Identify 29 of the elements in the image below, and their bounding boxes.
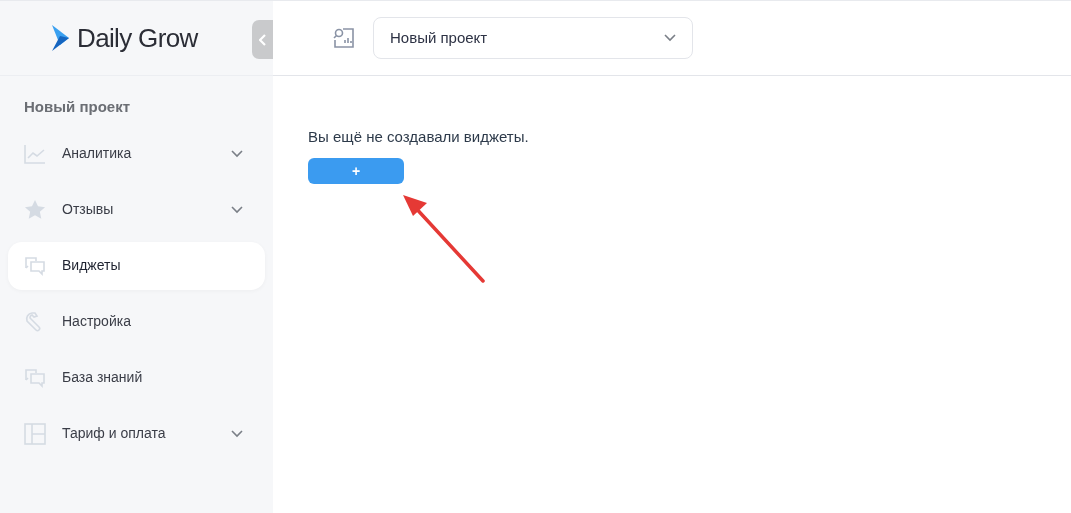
nav-item[interactable]: Отзывы (8, 185, 265, 234)
report-search-icon (333, 27, 355, 49)
empty-message: Вы ещё не создавали виджеты. (308, 127, 529, 147)
nav-label: Настройка (62, 312, 132, 331)
nav-item[interactable]: Аналитика (8, 129, 265, 178)
project-select[interactable]: Новый проект (373, 17, 693, 59)
chat-bubbles-icon (24, 255, 46, 276)
nav-label: Аналитика (62, 144, 133, 163)
chevron-icon (664, 34, 676, 42)
nav-item[interactable]: Виджеты (8, 241, 265, 290)
logo-text: Daily Grow (77, 25, 198, 51)
chat-bubbles-icon (24, 367, 46, 388)
chevron-icon (231, 149, 243, 158)
chevron-left-icon (259, 33, 266, 46)
collapse-button[interactable] (252, 20, 273, 59)
layout-icon (24, 422, 46, 445)
nav-label: Тариф и оплата (62, 424, 167, 443)
chevron-icon (231, 429, 243, 438)
nav-label: База знаний (62, 368, 144, 387)
nav-item[interactable]: Тариф и оплата (8, 409, 265, 458)
star-icon (24, 199, 46, 220)
nav-item[interactable]: Настройка (8, 297, 265, 346)
logo-icon (52, 25, 69, 51)
project-title: Новый проект (24, 97, 131, 117)
nav-label: Виджеты (62, 256, 122, 275)
chevron-icon (231, 205, 243, 214)
nav-item[interactable]: База знаний (8, 353, 265, 402)
nav-label: Отзывы (62, 200, 115, 219)
chart-icon (24, 143, 46, 164)
